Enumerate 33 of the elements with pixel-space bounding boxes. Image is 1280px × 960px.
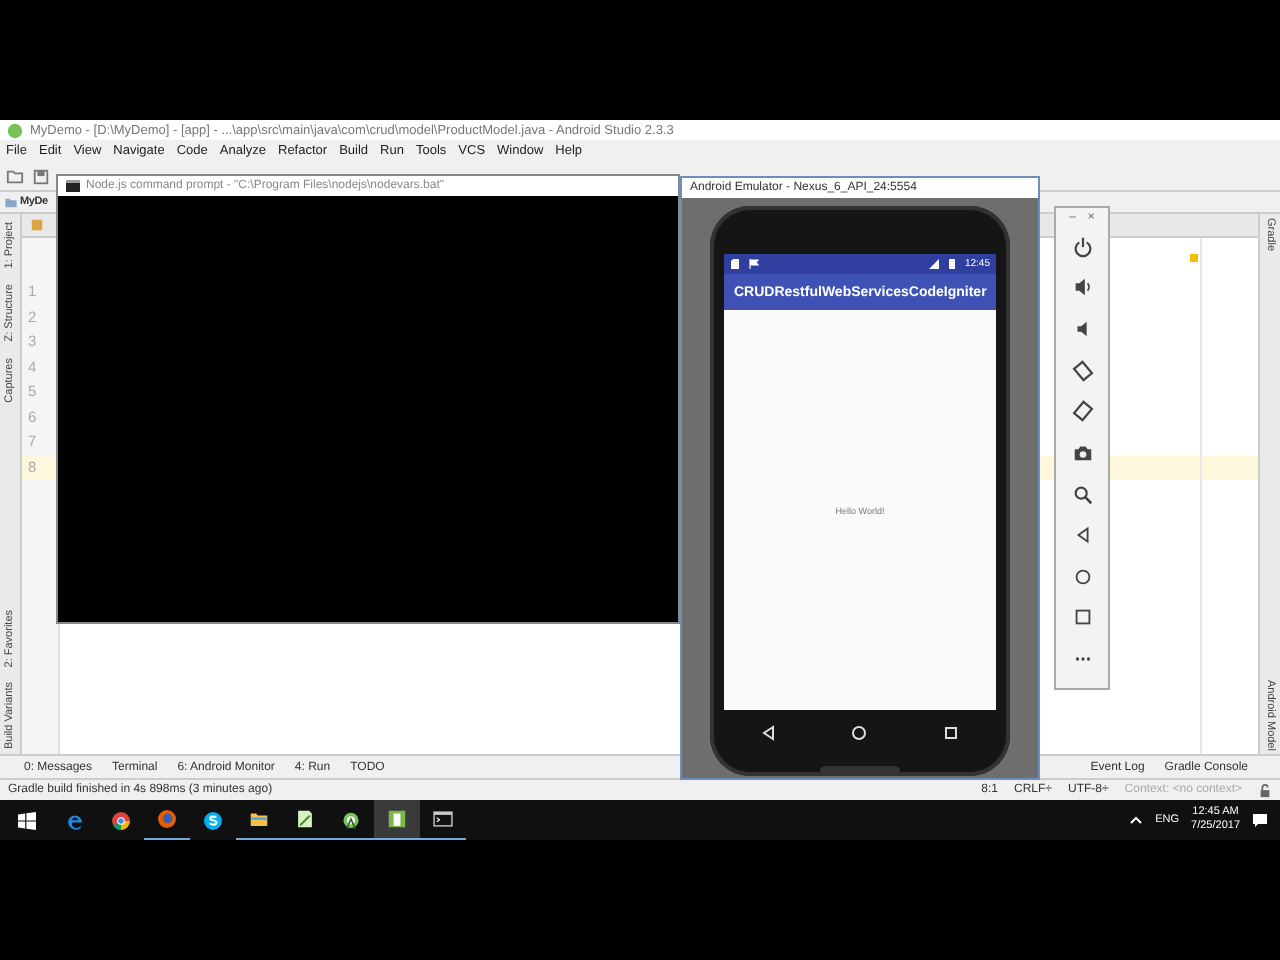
- round-logo-icon: [110, 809, 132, 831]
- save-icon[interactable]: [32, 167, 50, 185]
- android-icon: [6, 121, 24, 139]
- back-icon[interactable]: [760, 723, 779, 741]
- flag-icon: [748, 258, 760, 270]
- home-icon[interactable]: [1071, 565, 1093, 588]
- start-icon[interactable]: [17, 811, 35, 829]
- volume-up-icon[interactable]: [1071, 276, 1093, 299]
- signal-icon: [928, 258, 941, 270]
- battery-icon: [946, 258, 959, 270]
- overview-icon[interactable]: [1071, 606, 1093, 629]
- warning-marker: [1190, 254, 1198, 262]
- folder-icon: [248, 808, 270, 830]
- speaker-grille: [820, 766, 900, 776]
- sd-card-icon: [730, 258, 742, 270]
- lock-icon[interactable]: [1258, 783, 1272, 797]
- s-letter-icon: [202, 809, 224, 831]
- zoom-icon[interactable]: [1071, 483, 1093, 506]
- terminal-icon: [432, 808, 454, 830]
- app-window-icon: [386, 808, 408, 830]
- power-icon[interactable]: [1071, 235, 1093, 258]
- home-icon[interactable]: [850, 723, 869, 741]
- rotate-left-icon[interactable]: [1071, 359, 1093, 382]
- chevron-up-icon[interactable]: [1127, 812, 1144, 828]
- camera-icon[interactable]: [1071, 441, 1093, 464]
- rotate-right-icon[interactable]: [1071, 400, 1093, 423]
- taskbar-button[interactable]: [374, 800, 420, 840]
- terminal-icon: [66, 180, 80, 192]
- overview-icon[interactable]: [941, 723, 960, 741]
- android-head-icon: [340, 808, 362, 830]
- notification-icon[interactable]: [1252, 812, 1268, 828]
- globe-icon: [156, 808, 178, 830]
- document-icon: [294, 808, 316, 830]
